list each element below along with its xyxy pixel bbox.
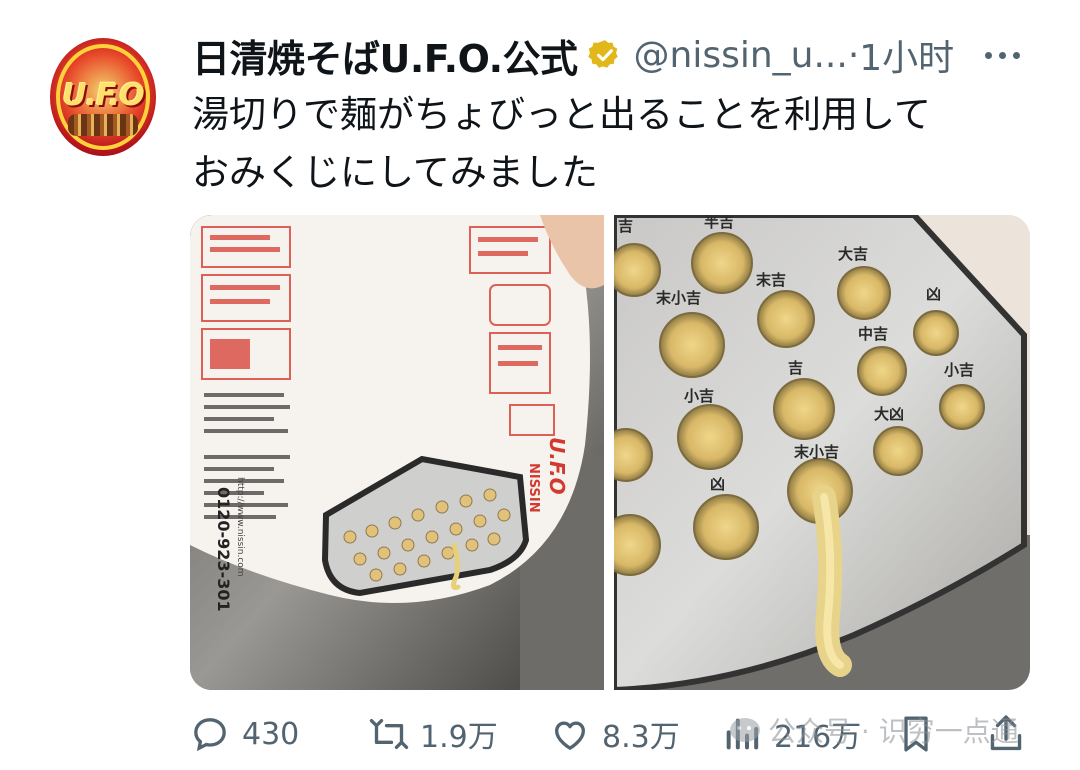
watermark: 公众号 · 识穷一点通 [730, 710, 1019, 750]
avatar-logo: U.F.O [62, 78, 145, 113]
fortune-label: 吉 [618, 217, 633, 235]
fortune-label: 凶 [926, 285, 941, 303]
fortune-label: 半吉 [704, 215, 734, 231]
lid-url: http://www.nissin.com [235, 477, 245, 577]
fortune-label: 小吉 [944, 361, 974, 379]
separator-dot: · [847, 34, 860, 76]
retweet-count: 1.9万 [420, 720, 498, 755]
display-name[interactable]: 日清焼そばU.F.O.公式 [192, 28, 578, 83]
cup-lid-illustration: 0120-923-301 http://www.nissin.com U.F.O… [190, 215, 604, 690]
fortune-label: 大凶 [874, 405, 904, 423]
avatar[interactable]: U.F.O [50, 38, 156, 156]
fortune-label: 末小吉 [794, 443, 839, 461]
fortune-label: 大吉 [838, 245, 868, 263]
tweet-text-line-1: 湯切りで麺がちょびっと出ることを利用して [192, 93, 931, 136]
reply-action[interactable]: 430 [190, 712, 299, 756]
like-action[interactable]: 8.3万 [550, 712, 680, 756]
retweet-icon [369, 719, 409, 749]
tweet-text: 湯切りで麺がちょびっと出ることを利用して おみくじにしてみました [192, 86, 1052, 202]
reply-count: 430 [242, 716, 300, 752]
lid-product-logo: U.F.O [545, 437, 569, 495]
watermark-text: 公众号 · 识穷一点通 [768, 715, 1019, 748]
wechat-icon [730, 718, 760, 742]
media-photo-right[interactable]: 吉 半吉 末小吉 末吉 大吉 凶 中吉 小吉 吉 小吉 大凶 末小吉 凶 [614, 215, 1030, 690]
fortune-label: 末小吉 [656, 289, 701, 307]
fortune-label: 凶 [710, 475, 725, 493]
reply-icon [194, 718, 226, 752]
retweet-action[interactable]: 1.9万 [368, 712, 498, 756]
avatar-noodle-graphic [68, 114, 138, 136]
tweet-media: 0120-923-301 http://www.nissin.com U.F.O… [190, 215, 1030, 690]
timestamp[interactable]: 1小时 [859, 29, 954, 81]
fortune-label: 吉 [788, 359, 803, 377]
tweet-text-line-2: おみくじにしてみました [192, 151, 598, 194]
strainer-closeup: 吉 半吉 末小吉 末吉 大吉 凶 中吉 小吉 吉 小吉 大凶 末小吉 凶 [614, 215, 1030, 690]
verified-badge-icon[interactable] [587, 38, 622, 72]
like-count: 8.3万 [602, 720, 680, 755]
fortune-label: 中吉 [858, 325, 888, 343]
tweet-header: 日清焼そばU.F.O.公式 @nissin_u... · 1小时 [192, 28, 954, 83]
media-photo-left[interactable]: 0120-923-301 http://www.nissin.com U.F.O… [190, 215, 604, 690]
fortune-label: 末吉 [756, 271, 786, 289]
lid-brand: NISSIN [526, 463, 541, 513]
user-handle[interactable]: @nissin_u... [634, 35, 848, 76]
fortune-label: 小吉 [684, 387, 714, 405]
like-icon [555, 721, 585, 750]
more-options-icon[interactable] [985, 38, 1020, 72]
tweet: U.F.O 日清焼そばU.F.O.公式 @nissin_u... · 1小时 湯… [0, 0, 1080, 770]
lid-phone-number: 0120-923-301 [214, 487, 233, 612]
